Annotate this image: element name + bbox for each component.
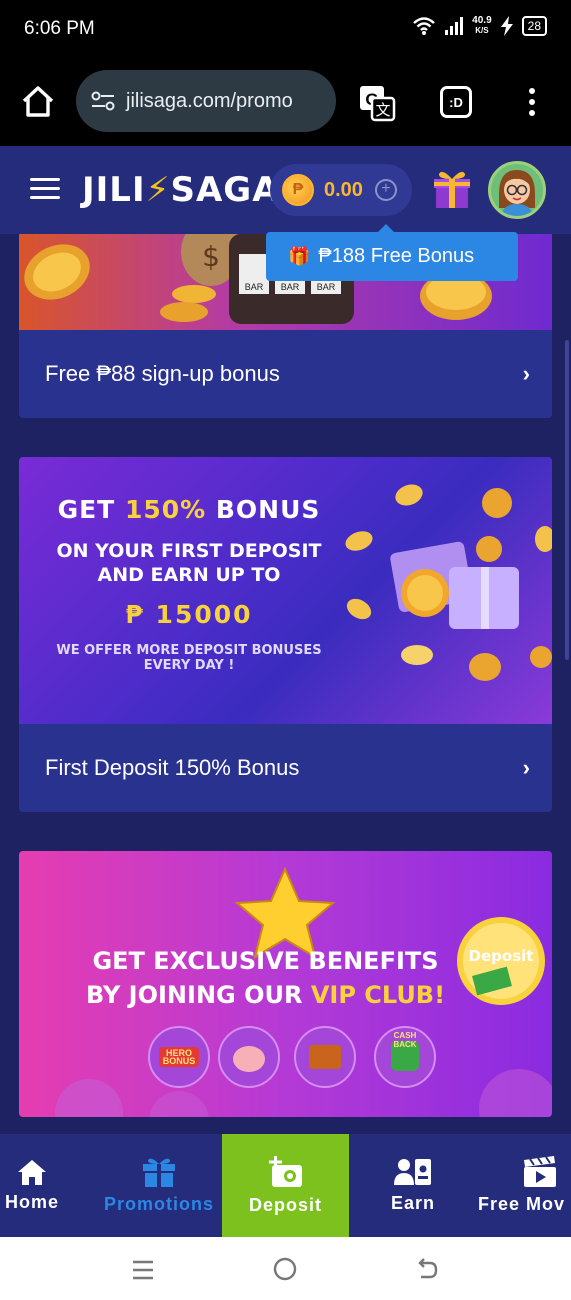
nav-deposit[interactable]: Deposit	[222, 1134, 349, 1237]
promo-card-vip[interactable]: Deposit GET EXCLUSIVE BENEFITS BY JOININ…	[19, 851, 552, 1117]
user-avatar[interactable]	[488, 161, 546, 219]
url-text: jilisaga.com/promo	[126, 89, 293, 112]
hero-bonus-label: HERO BONUS	[162, 1048, 196, 1066]
address-bar[interactable]: jilisaga.com/promo	[76, 70, 336, 132]
svg-text:BAR: BAR	[245, 282, 264, 292]
net-speed: 40.9 K/S	[472, 15, 492, 36]
svg-text:$: $	[202, 240, 220, 273]
site-settings-icon[interactable]	[90, 90, 116, 112]
deposit-nav-icon	[268, 1156, 302, 1187]
status-bar: 6:06 PM 40.9 K/S 28	[0, 0, 571, 58]
status-icons: 40.9 K/S 28	[412, 16, 547, 36]
svg-text:BAR: BAR	[317, 282, 336, 292]
first-deposit-banner-text: GET 150% BONUS ON YOUR FIRST DEPOSIT AND…	[56, 495, 322, 673]
chevron-right-icon: ›	[522, 361, 530, 386]
battery-icon: 28	[521, 16, 547, 36]
page-scrollbar[interactable]	[565, 340, 569, 660]
system-navigation-bar	[0, 1237, 571, 1300]
hamburger-menu-icon[interactable]	[30, 178, 60, 200]
wifi-icon	[413, 17, 435, 35]
gift-icon[interactable]	[432, 168, 472, 210]
add-funds-icon[interactable]: +	[374, 179, 397, 201]
back-icon[interactable]	[415, 1257, 439, 1281]
site-header: JILI⚡SAGA ₱ 0.00 +	[0, 146, 571, 234]
svg-text:文: 文	[375, 101, 390, 119]
vip-banner-text: GET EXCLUSIVE BENEFITS BY JOINING OUR VI…	[85, 947, 446, 1009]
nav-earn[interactable]: Earn	[380, 1134, 446, 1237]
svg-text:BAR: BAR	[281, 282, 300, 292]
balance-pill[interactable]: ₱ 0.00 +	[270, 164, 412, 216]
peso-coin-icon: ₱	[282, 174, 314, 206]
balance-amount: 0.00	[324, 178, 363, 201]
first-deposit-banner: GET 150% BONUS ON YOUR FIRST DEPOSIT AND…	[19, 457, 552, 724]
clapperboard-icon	[524, 1156, 556, 1187]
promo-title: Free ₱88 sign-up bonus	[45, 361, 280, 386]
promo-card-first-deposit[interactable]: GET 150% BONUS ON YOUR FIRST DEPOSIT AND…	[19, 457, 552, 812]
nav-home[interactable]: Home	[0, 1134, 64, 1237]
home-icon[interactable]	[20, 84, 56, 120]
promo-title: First Deposit 150% Bonus	[45, 755, 300, 780]
free-bonus-tooltip[interactable]: 🎁 ₱188 Free Bonus	[266, 224, 518, 281]
tab-switcher-button[interactable]: :D	[440, 86, 472, 118]
cash-back-label: CASH BACK	[393, 1031, 417, 1049]
promotions-list: $ BAR BAR BAR Free ₱88 sign-up bonus › G…	[0, 234, 571, 1134]
home-circle-icon[interactable]	[273, 1257, 297, 1281]
chevron-right-icon: ›	[522, 755, 530, 780]
home-nav-icon	[18, 1160, 46, 1185]
promo-title-row[interactable]: Free ₱88 sign-up bonus ›	[19, 330, 552, 418]
browser-toolbar: jilisaga.com/promo G 文 :D	[0, 58, 571, 146]
gift-nav-icon	[143, 1158, 175, 1187]
site-logo[interactable]: JILI⚡SAGA	[82, 170, 280, 210]
translate-icon[interactable]: G 文	[358, 84, 396, 122]
vip-banner: Deposit GET EXCLUSIVE BENEFITS BY JOININ…	[19, 851, 552, 1117]
status-time: 6:06 PM	[24, 18, 95, 39]
nav-promotions[interactable]: Promotions	[96, 1134, 222, 1237]
recent-apps-icon[interactable]	[131, 1259, 155, 1281]
nav-free-movies[interactable]: Free Mov	[478, 1134, 571, 1237]
promo-title-row[interactable]: First Deposit 150% Bonus ›	[19, 724, 552, 812]
bottom-navigation: Home Promotions Deposit Earn Free Mov	[0, 1134, 571, 1237]
gift-small-icon: 🎁	[288, 246, 311, 266]
avatar-face-icon	[499, 170, 535, 216]
earn-nav-icon	[394, 1159, 431, 1185]
signal-icon	[445, 17, 464, 35]
more-menu-icon[interactable]	[524, 86, 540, 118]
charging-icon	[500, 16, 513, 36]
